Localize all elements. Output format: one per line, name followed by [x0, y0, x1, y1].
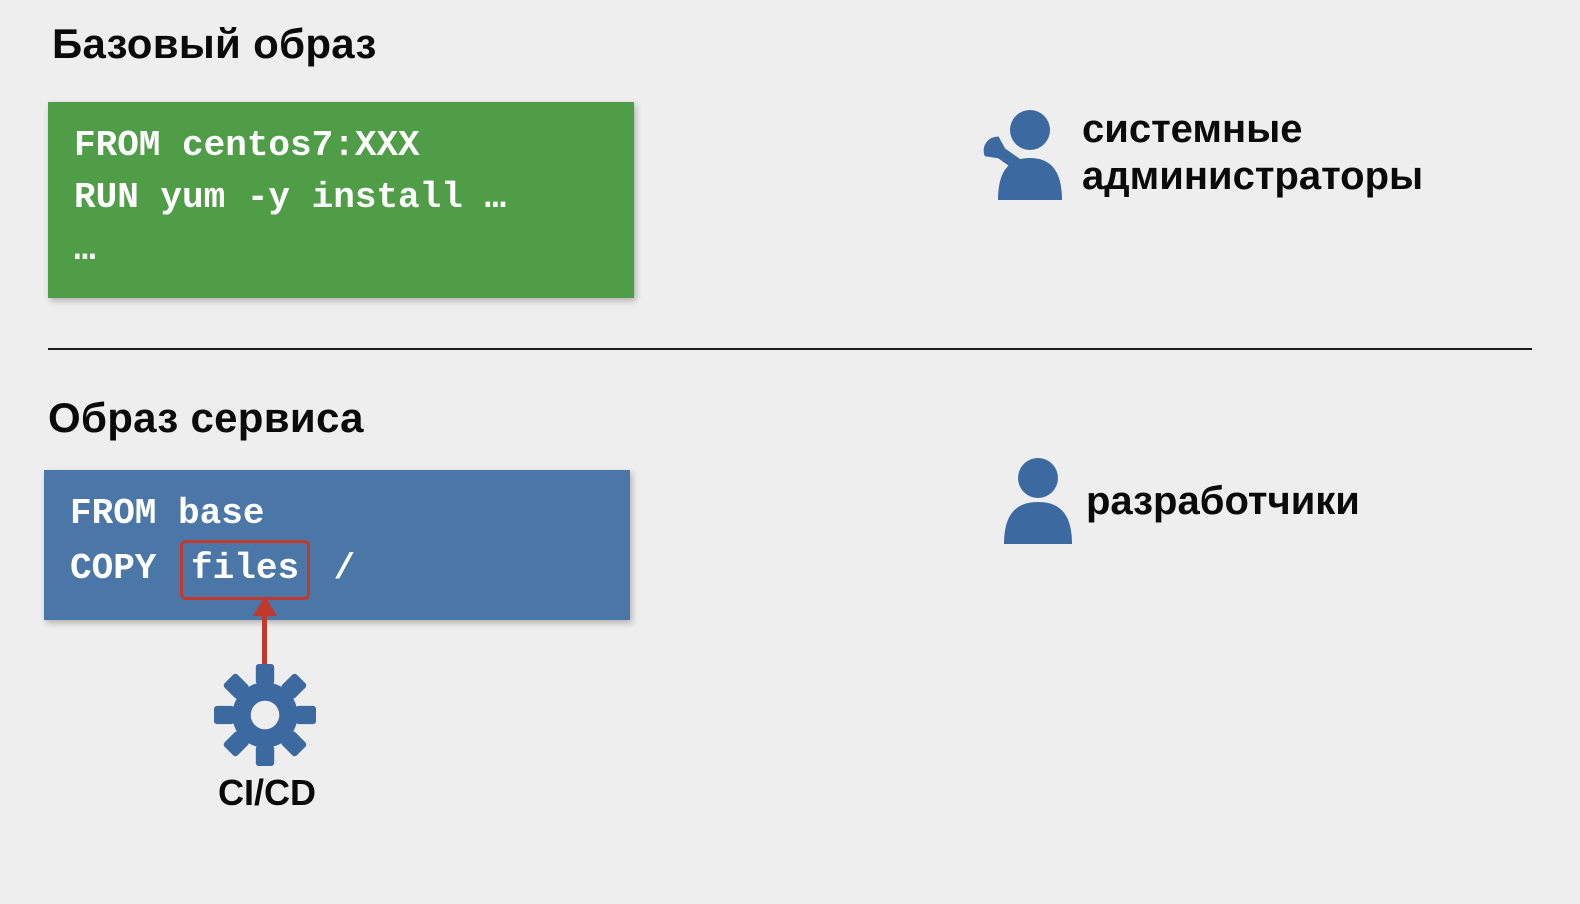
service-image-dockerfile: FROM base COPY files / [44, 470, 630, 620]
code-line: RUN yum -y install … [74, 177, 506, 218]
role-line: администраторы [1082, 153, 1423, 200]
service-image-heading: Образ сервиса [48, 394, 364, 442]
code-line: FROM centos7:XXX [74, 125, 420, 166]
section-divider [48, 348, 1532, 350]
code-post: / [312, 548, 355, 589]
base-image-heading: Базовый образ [52, 20, 377, 68]
gear-icon [214, 664, 316, 771]
files-highlight: files [180, 540, 310, 600]
user-icon [998, 454, 1078, 551]
role-line: системные [1082, 106, 1423, 153]
base-image-dockerfile: FROM centos7:XXX RUN yum -y install … … [48, 102, 634, 298]
code-line: … [74, 229, 96, 270]
admin-wrench-icon [960, 104, 1070, 215]
cicd-label: CI/CD [218, 772, 316, 814]
sysadmins-label: системные администраторы [1082, 106, 1423, 200]
developers-label: разработчики [1086, 478, 1360, 525]
